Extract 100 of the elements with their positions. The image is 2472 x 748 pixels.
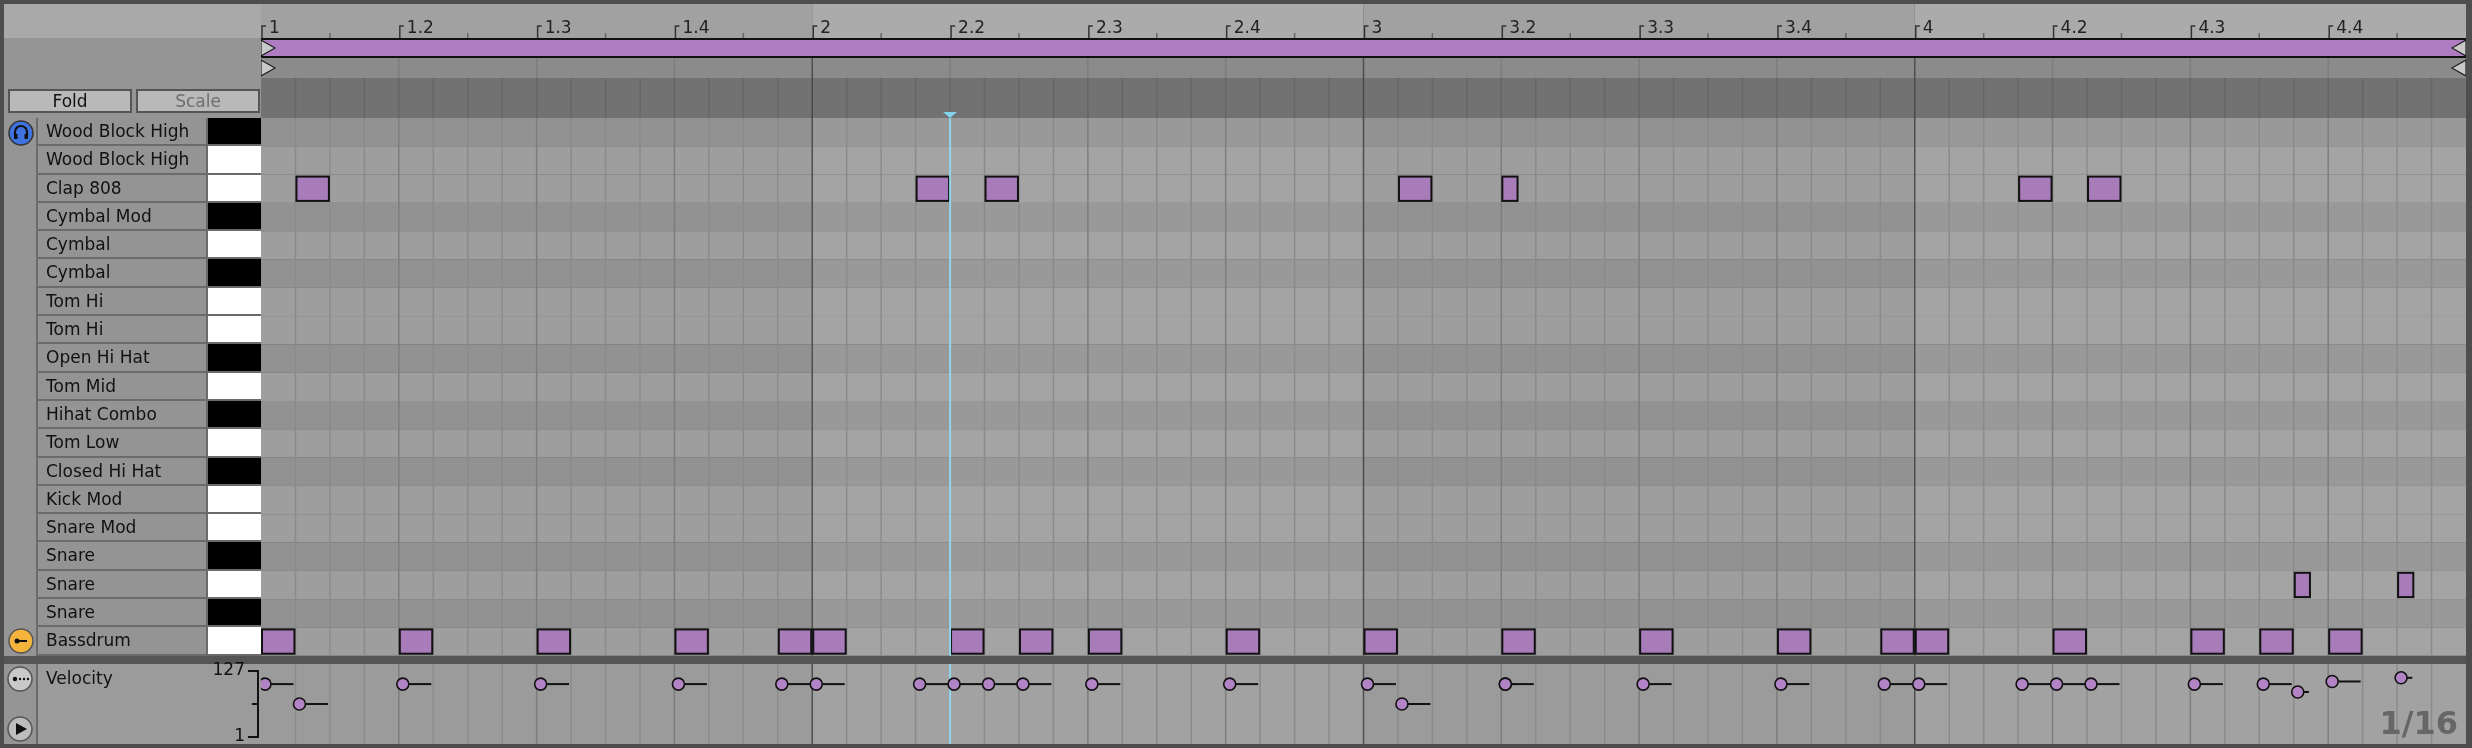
fold-button[interactable]: Fold	[8, 89, 132, 113]
ruler-label: 1	[269, 17, 280, 37]
midi-note[interactable]	[674, 628, 709, 655]
midi-note[interactable]	[2190, 628, 2225, 655]
midi-note[interactable]	[1880, 628, 1915, 655]
ruler-tick	[2052, 25, 2059, 38]
ruler-tick	[2328, 25, 2334, 38]
midi-note[interactable]	[2397, 571, 2415, 599]
midi-note[interactable]	[1225, 628, 1261, 655]
ruler-label: 3.4	[1784, 17, 1812, 37]
ruler-label: 1.4	[682, 17, 710, 37]
ruler-label: 2.4	[1233, 17, 1261, 37]
velocity-marker[interactable]	[2290, 684, 2310, 699]
velocity-marker[interactable]	[292, 696, 329, 711]
midi-note[interactable]	[1501, 175, 1519, 202]
velocity-marker[interactable]	[2394, 670, 2414, 685]
piano-key[interactable]	[208, 514, 261, 541]
ruler-label: 4.4	[2336, 17, 2364, 37]
midi-note[interactable]	[2018, 175, 2053, 202]
ruler-tick	[1777, 25, 1783, 38]
midi-note[interactable]	[398, 628, 434, 655]
midi-note[interactable]	[1639, 628, 1674, 655]
ruler-tick	[1225, 25, 1232, 38]
midi-note[interactable]	[777, 628, 813, 655]
velocity-marker[interactable]	[1085, 677, 1122, 691]
midi-note[interactable]	[984, 175, 1019, 202]
velocity-marker[interactable]	[1498, 677, 1535, 691]
grid-size-label: 1/16	[2379, 704, 2458, 742]
key-icon[interactable]	[8, 627, 34, 654]
piano-key[interactable]	[208, 118, 261, 145]
piano-key[interactable]	[208, 457, 261, 484]
piano-key[interactable]	[208, 202, 261, 230]
ruler-label: 1.3	[544, 17, 572, 37]
piano-key[interactable]	[208, 174, 261, 201]
midi-note[interactable]	[1776, 628, 1812, 655]
velocity-marker[interactable]	[981, 677, 1018, 691]
velocity-marker[interactable]	[2187, 677, 2224, 691]
velocity-marker[interactable]	[533, 677, 571, 691]
midi-note[interactable]	[2293, 571, 2311, 599]
piano-key[interactable]	[208, 400, 261, 428]
loop-strip[interactable]	[261, 38, 2466, 78]
velocity-marker[interactable]	[2084, 677, 2121, 691]
velocity-marker[interactable]	[1360, 677, 1397, 691]
piano-key[interactable]	[208, 599, 261, 626]
midi-note[interactable]	[1914, 628, 1950, 655]
ruler-label: 4.2	[2060, 17, 2088, 37]
velocity-marker[interactable]	[1016, 677, 1053, 691]
midi-note[interactable]	[2259, 628, 2294, 655]
midi-note[interactable]	[261, 628, 296, 655]
ruler-tick	[950, 25, 956, 38]
midi-note[interactable]	[2087, 175, 2122, 202]
piano-key[interactable]	[208, 316, 261, 343]
midi-note[interactable]	[1397, 175, 1433, 202]
ruler-label: 3.2	[1509, 17, 1537, 37]
play-icon[interactable]	[7, 716, 33, 742]
ruler-label: 2.2	[958, 17, 986, 37]
headphones-icon[interactable]	[8, 120, 34, 146]
velocity-label: Velocity	[38, 663, 166, 744]
velocity-marker[interactable]	[2049, 677, 2086, 691]
velocity-marker[interactable]	[912, 677, 950, 691]
ruler-label: 4.3	[2198, 17, 2226, 37]
velocity-marker[interactable]	[2256, 677, 2293, 691]
velocity-marker[interactable]	[775, 677, 812, 691]
velocity-marker[interactable]	[947, 677, 984, 691]
midi-note[interactable]	[1087, 628, 1123, 655]
midi-note[interactable]	[915, 175, 951, 202]
piano-key[interactable]	[208, 231, 261, 258]
velocity-marker[interactable]	[1774, 677, 1811, 691]
velocity-marker[interactable]	[261, 677, 295, 691]
midi-note[interactable]	[1363, 628, 1398, 655]
midi-note[interactable]	[812, 628, 847, 655]
ruler-label: 1.2	[406, 17, 434, 37]
ruler-tick	[536, 25, 543, 38]
midi-note[interactable]	[536, 628, 572, 655]
midi-note[interactable]	[2328, 628, 2363, 655]
piano-key[interactable]	[208, 372, 261, 399]
velocity-marker[interactable]	[809, 677, 846, 691]
ruler-tick	[261, 25, 267, 38]
ruler-label: 3.3	[1647, 17, 1675, 37]
midi-note[interactable]	[1018, 628, 1054, 655]
velocity-marker[interactable]	[2015, 677, 2052, 691]
timeline-ruler[interactable]: 1 1.2 1.3 1.4 2 2.2 2.3 2.4 3 3.2 3.3 3.4 4 4.2 4.3 4.4	[261, 4, 2466, 38]
velocity-marker[interactable]	[2325, 674, 2362, 688]
midi-note[interactable]	[950, 628, 985, 655]
velocity-marker[interactable]	[1395, 696, 1432, 711]
velocity-marker[interactable]	[1911, 677, 1949, 691]
piano-key[interactable]	[208, 287, 261, 315]
velocity-marker[interactable]	[671, 677, 708, 691]
ruler-tick	[399, 25, 405, 38]
piano-key[interactable]	[208, 570, 261, 598]
dots-icon[interactable]	[7, 665, 33, 692]
midi-note[interactable]	[1501, 628, 1536, 655]
velocity-marker[interactable]	[1222, 677, 1260, 691]
ruler-label: 4	[1922, 17, 1934, 37]
midi-note[interactable]	[2052, 628, 2087, 655]
velocity-marker[interactable]	[396, 677, 433, 691]
velocity-marker[interactable]	[1636, 677, 1673, 691]
midi-note[interactable]	[295, 175, 330, 202]
piano-key[interactable]	[208, 485, 261, 513]
velocity-marker[interactable]	[1877, 677, 1914, 691]
